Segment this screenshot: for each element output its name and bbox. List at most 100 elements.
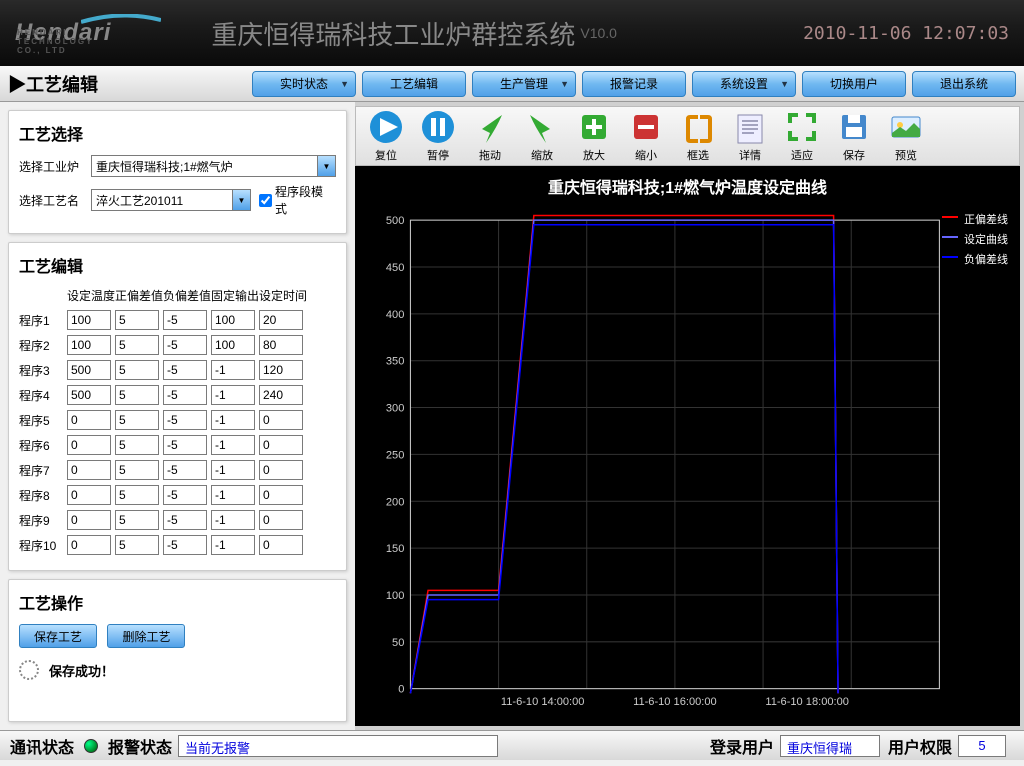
cell-input-9-3[interactable] [211, 535, 255, 555]
delete-process-button[interactable]: 删除工艺 [107, 624, 185, 648]
subheader: ▶工艺编辑 实时状态▼工艺编辑生产管理▼报警记录系统设置▼切换用户退出系统 [0, 66, 1024, 102]
menu-btn-5[interactable]: 切换用户 [802, 71, 906, 97]
menu-btn-4[interactable]: 系统设置▼ [692, 71, 796, 97]
cell-input-8-4[interactable] [259, 510, 303, 530]
program-row: 程序7 [19, 460, 336, 480]
tool-label: 保存 [843, 147, 865, 163]
cell-input-5-2[interactable] [163, 435, 207, 455]
menu-btn-0[interactable]: 实时状态▼ [252, 71, 356, 97]
logo: Hendari HENDARI TECHNOLOGY CO., LTD [15, 19, 111, 47]
cell-input-7-0[interactable] [67, 485, 111, 505]
cell-input-0-1[interactable] [115, 310, 159, 330]
furnace-dropdown[interactable]: 重庆恒得瑞科技;1#燃气炉▼ [91, 155, 336, 177]
cell-input-2-4[interactable] [259, 360, 303, 380]
row-label: 程序6 [19, 437, 67, 454]
row-label: 程序3 [19, 362, 67, 379]
segment-mode-checkbox[interactable]: 程序段模式 [259, 183, 331, 217]
cell-input-8-2[interactable] [163, 510, 207, 530]
cell-input-4-4[interactable] [259, 410, 303, 430]
cell-input-1-2[interactable] [163, 335, 207, 355]
alarm-status-label: 报警状态 [108, 734, 172, 758]
适应-button[interactable]: 适应 [778, 109, 826, 163]
cell-input-0-2[interactable] [163, 310, 207, 330]
cell-input-0-0[interactable] [67, 310, 111, 330]
row-label: 程序1 [19, 312, 67, 329]
拖动-button[interactable]: 拖动 [466, 109, 514, 163]
框选-button[interactable]: 框选 [674, 109, 722, 163]
alarm-text: 当前无报警 [178, 735, 498, 757]
cell-input-4-2[interactable] [163, 410, 207, 430]
预览-button[interactable]: 预览 [882, 109, 930, 163]
cell-input-1-4[interactable] [259, 335, 303, 355]
cell-input-5-4[interactable] [259, 435, 303, 455]
cell-input-4-0[interactable] [67, 410, 111, 430]
cell-input-2-3[interactable] [211, 360, 255, 380]
cell-input-9-4[interactable] [259, 535, 303, 555]
legend-label: 设定曲线 [964, 231, 1008, 247]
cell-input-8-1[interactable] [115, 510, 159, 530]
cell-input-7-3[interactable] [211, 485, 255, 505]
cell-input-4-1[interactable] [115, 410, 159, 430]
保存-button[interactable]: 保存 [830, 109, 878, 163]
program-row: 程序8 [19, 485, 336, 505]
cell-input-4-3[interactable] [211, 410, 255, 430]
cell-input-3-0[interactable] [67, 385, 111, 405]
cell-input-1-3[interactable] [211, 335, 255, 355]
cell-input-6-4[interactable] [259, 460, 303, 480]
cell-input-6-0[interactable] [67, 460, 111, 480]
svg-text:250: 250 [386, 449, 404, 461]
暂停-button[interactable]: 暂停 [414, 109, 462, 163]
chevron-down-icon[interactable]: ▼ [317, 156, 335, 176]
cell-input-2-2[interactable] [163, 360, 207, 380]
menu-btn-1[interactable]: 工艺编辑 [362, 71, 466, 97]
cell-input-9-1[interactable] [115, 535, 159, 555]
cell-input-6-1[interactable] [115, 460, 159, 480]
chart-area: 重庆恒得瑞科技;1#燃气炉温度设定曲线 正偏差线设定曲线负偏差线 0501001… [355, 166, 1020, 726]
cell-input-0-3[interactable] [211, 310, 255, 330]
cell-input-7-2[interactable] [163, 485, 207, 505]
spinner-icon [19, 660, 39, 680]
chevron-down-icon[interactable]: ▼ [232, 190, 250, 210]
cell-input-9-2[interactable] [163, 535, 207, 555]
cell-input-2-0[interactable] [67, 360, 111, 380]
复位-button[interactable]: 复位 [362, 109, 410, 163]
save-process-button[interactable]: 保存工艺 [19, 624, 97, 648]
cell-input-8-0[interactable] [67, 510, 111, 530]
缩放-button[interactable]: 缩放 [518, 109, 566, 163]
tool-label: 拖动 [479, 147, 501, 163]
tool-label: 预览 [895, 147, 917, 163]
cell-input-1-1[interactable] [115, 335, 159, 355]
cell-input-6-2[interactable] [163, 460, 207, 480]
cell-input-1-0[interactable] [67, 335, 111, 355]
cell-input-5-1[interactable] [115, 435, 159, 455]
menu-btn-2[interactable]: 生产管理▼ [472, 71, 576, 97]
缩小-button[interactable]: 缩小 [622, 109, 670, 163]
放大-button[interactable]: 放大 [570, 109, 618, 163]
cell-input-3-3[interactable] [211, 385, 255, 405]
menu-btn-3[interactable]: 报警记录 [582, 71, 686, 97]
row-label: 程序9 [19, 512, 67, 529]
cell-input-5-3[interactable] [211, 435, 255, 455]
process-dropdown[interactable]: 淬火工艺201011▼ [91, 189, 251, 211]
svg-text:350: 350 [386, 356, 404, 368]
legend-item: 设定曲线 [942, 231, 1008, 247]
cell-input-8-3[interactable] [211, 510, 255, 530]
chart-svg[interactable]: 05010015020025030035040045050011-6-10 14… [355, 202, 1020, 732]
drag-icon [472, 109, 508, 145]
cell-input-3-2[interactable] [163, 385, 207, 405]
cell-input-7-1[interactable] [115, 485, 159, 505]
svg-text:11-6-10 16:00:00: 11-6-10 16:00:00 [633, 696, 717, 708]
cell-input-3-4[interactable] [259, 385, 303, 405]
cell-input-3-1[interactable] [115, 385, 159, 405]
cell-input-9-0[interactable] [67, 535, 111, 555]
cell-input-5-0[interactable] [67, 435, 111, 455]
fit-icon [784, 109, 820, 145]
cell-input-6-3[interactable] [211, 460, 255, 480]
cell-input-2-1[interactable] [115, 360, 159, 380]
menu-btn-6[interactable]: 退出系统 [912, 71, 1016, 97]
detail-icon [732, 109, 768, 145]
cell-input-0-4[interactable] [259, 310, 303, 330]
详情-button[interactable]: 详情 [726, 109, 774, 163]
preview-icon [888, 109, 924, 145]
cell-input-7-4[interactable] [259, 485, 303, 505]
